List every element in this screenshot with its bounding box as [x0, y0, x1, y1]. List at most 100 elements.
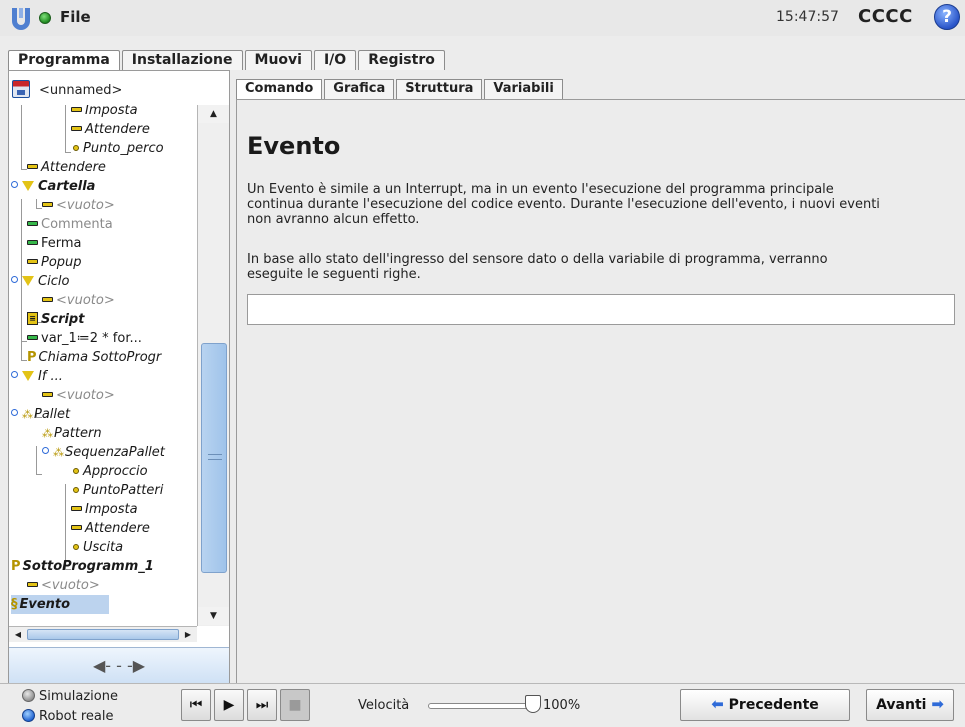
tree-item[interactable]: Ferma: [27, 234, 82, 253]
tab-variabili[interactable]: Variabili: [484, 79, 563, 99]
next-button[interactable]: Avanti ➡: [866, 689, 954, 721]
tree-item[interactable]: Cartella: [11, 177, 95, 196]
tree-item[interactable]: ⁂ Pallet: [11, 405, 70, 424]
tab-io[interactable]: I/O: [313, 50, 357, 70]
tree-item[interactable]: P SottoProgramm_1: [11, 557, 154, 576]
pattern-icon: ⁂: [42, 427, 53, 440]
scrollbar-thumb[interactable]: [27, 629, 179, 640]
tab-muovi[interactable]: Muovi: [244, 50, 312, 70]
event-icon: §: [11, 597, 18, 612]
scroll-down-icon[interactable]: ▼: [198, 607, 229, 625]
scroll-right-icon[interactable]: ▶: [181, 627, 195, 642]
tree-item[interactable]: <vuoto>: [42, 196, 115, 215]
radio-on-icon: [22, 709, 35, 722]
tree-item[interactable]: P Chiama SottoProgr: [27, 348, 161, 367]
robot-status-icon: [39, 12, 51, 24]
simulation-radio[interactable]: Simulazione: [22, 689, 118, 704]
top-bar: File 15:47:57 CCCC ?: [0, 0, 965, 36]
tree-item[interactable]: Attendere: [71, 120, 150, 139]
waypoint-icon: [73, 467, 79, 474]
waypoint-icon: [73, 486, 79, 493]
if-triangle-icon: [22, 370, 34, 381]
loop-triangle-icon: [22, 275, 34, 286]
line-icon: [71, 126, 82, 131]
line-icon: [42, 297, 53, 302]
radio-off-icon: [22, 689, 35, 702]
step-forward-button[interactable]: ⏭: [247, 689, 277, 721]
branch-icon: [11, 181, 18, 188]
tree-item[interactable]: Attendere: [71, 519, 150, 538]
collapse-panel-button[interactable]: ◀- - -▶: [9, 647, 229, 683]
stop-button[interactable]: ■: [280, 689, 310, 721]
skip-back-button[interactable]: ⏮: [181, 689, 211, 721]
page-title: Evento: [247, 132, 341, 160]
scroll-up-icon[interactable]: ▲: [198, 105, 229, 123]
assignment-icon: [27, 335, 38, 340]
tab-installazione[interactable]: Installazione: [121, 50, 243, 70]
tree-item[interactable]: Approccio: [73, 462, 148, 481]
waypoint-icon: [73, 543, 79, 550]
line-icon: [71, 107, 82, 112]
tree-item[interactable]: PuntoPatteri: [73, 481, 163, 500]
tree-item[interactable]: <vuoto>: [42, 291, 115, 310]
tree-item[interactable]: ≡ Script: [27, 310, 84, 329]
pallet-sequence-icon: ⁂: [53, 446, 64, 459]
script-icon: ≡: [27, 312, 38, 325]
speed-slider[interactable]: [428, 703, 538, 709]
line-icon: [27, 259, 38, 264]
tree-item[interactable]: Attendere: [27, 158, 106, 177]
instruction-text: In base allo stato dell'ingresso del sen…: [247, 252, 828, 282]
tab-grafica[interactable]: Grafica: [324, 79, 395, 99]
tree-item[interactable]: ⁂ SequenzaPallet: [42, 443, 165, 462]
tree-vertical-scrollbar[interactable]: ▲ ▼: [197, 105, 229, 626]
tree-item[interactable]: Punto_perco: [73, 139, 164, 158]
tree-item[interactable]: Popup: [27, 253, 82, 272]
branch-icon: [11, 371, 18, 378]
tree-item-selected[interactable]: § Evento: [11, 595, 109, 614]
branch-icon: [11, 276, 18, 283]
clock: 15:47:57: [776, 9, 839, 25]
real-robot-radio[interactable]: Robot reale: [22, 709, 113, 724]
command-content: Evento Un Evento è simile a un Interrupt…: [236, 99, 965, 683]
tree-item[interactable]: ⁂ Pattern: [42, 424, 102, 443]
tab-comando[interactable]: Comando: [236, 79, 323, 99]
tree-item[interactable]: If ...: [11, 367, 63, 386]
file-menu[interactable]: File: [60, 8, 91, 26]
previous-button[interactable]: ⬅ Precedente: [680, 689, 850, 721]
waypoint-icon: [73, 144, 79, 151]
description-text: Un Evento è simile a un Interrupt, ma in…: [247, 182, 880, 227]
footer-bar: Simulazione Robot reale ⏮ ▶ ⏭ ■ Velocità…: [0, 683, 965, 727]
line-icon: [42, 392, 53, 397]
scrollbar-thumb[interactable]: [201, 343, 227, 573]
help-button[interactable]: ?: [934, 4, 960, 30]
event-expression-field[interactable]: [247, 294, 955, 325]
comment-icon: [27, 221, 38, 226]
speed-slider-handle[interactable]: [525, 695, 541, 713]
play-button[interactable]: ▶: [214, 689, 244, 721]
arrow-left-icon: ⬅: [711, 695, 724, 713]
tree-item[interactable]: Commenta: [27, 215, 113, 234]
tab-programma[interactable]: Programma: [8, 50, 120, 70]
universal-robots-logo-icon: [12, 8, 30, 30]
tab-registro[interactable]: Registro: [358, 50, 445, 70]
double-arrow-icon: ◀- - -▶: [92, 656, 146, 675]
pallet-icon: ⁂: [22, 408, 33, 421]
stop-line-icon: [27, 240, 38, 245]
tree-item[interactable]: <vuoto>: [27, 576, 100, 595]
scroll-left-icon[interactable]: ◀: [11, 627, 25, 642]
save-disk-icon[interactable]: [12, 80, 30, 98]
branch-icon: [42, 447, 49, 454]
tree-item[interactable]: Imposta: [71, 105, 138, 120]
tree-item[interactable]: Imposta: [71, 500, 138, 519]
tree-item[interactable]: Uscita: [73, 538, 123, 557]
command-tabs: Comando Grafica Struttura Variabili: [236, 79, 565, 99]
program-tree[interactable]: Imposta Attendere Punto_perco Attendere …: [9, 105, 197, 626]
speed-value: 100%: [543, 698, 581, 713]
line-icon: [27, 582, 38, 587]
tab-struttura[interactable]: Struttura: [396, 79, 483, 99]
line-icon: [42, 202, 53, 207]
tree-item[interactable]: Ciclo: [11, 272, 69, 291]
tree-item[interactable]: <vuoto>: [42, 386, 115, 405]
tree-horizontal-scrollbar[interactable]: ◀ ▶: [9, 626, 197, 642]
tree-item[interactable]: var_1≔2 * for...: [27, 329, 142, 348]
